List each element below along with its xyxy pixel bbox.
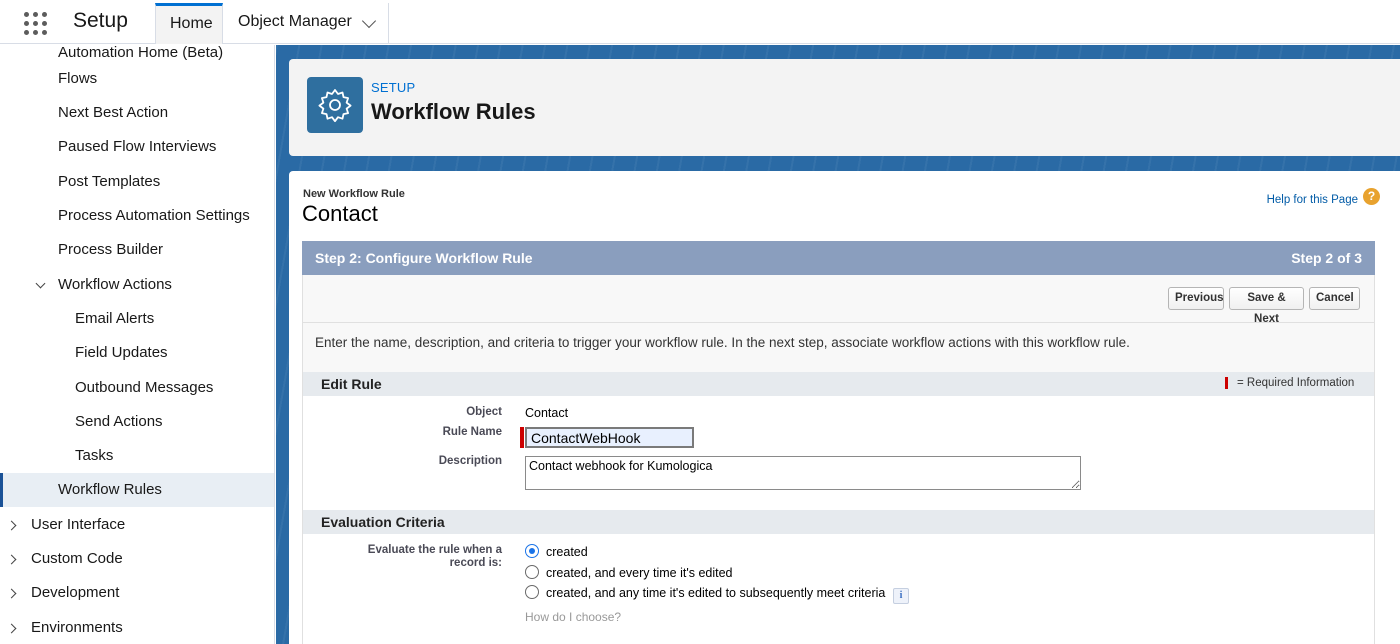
sidebar-item-send-actions[interactable]: Send Actions [0, 405, 274, 439]
radio-created-every-edit-label[interactable]: created, and every time it's edited [546, 566, 733, 580]
chevron-down-icon[interactable] [35, 278, 46, 289]
evaluate-label-line2: record is: [449, 557, 502, 569]
sidebar-item-email-alerts[interactable]: Email Alerts [0, 302, 274, 336]
chevron-right-icon[interactable] [6, 520, 17, 531]
app-title: Setup [73, 9, 128, 32]
sidebar-item-post-templates[interactable]: Post Templates [0, 165, 274, 199]
radio-created-every-edit[interactable] [525, 565, 539, 579]
sidebar-item-development[interactable]: Development [0, 576, 274, 610]
object-value: Contact [525, 406, 569, 420]
description-textarea[interactable]: Contact webhook for Kumologica [525, 456, 1081, 490]
save-next-button[interactable]: Save & Next [1229, 287, 1304, 325]
app-launcher-icon[interactable] [22, 10, 48, 36]
chevron-right-icon[interactable] [6, 588, 17, 599]
sidebar-item-paused-flow-interviews[interactable]: Paused Flow Interviews [0, 130, 274, 164]
help-icon[interactable]: ? [1363, 188, 1380, 205]
sidebar-item-label: Workflow Actions [58, 276, 172, 293]
sidebar-item-workflow-actions[interactable]: Workflow Actions [0, 268, 274, 302]
chevron-right-icon[interactable] [6, 623, 17, 634]
step-count: Step 2 of 3 [1291, 250, 1362, 266]
previous-button[interactable]: Previous [1168, 287, 1224, 310]
global-header: Setup Home Object Manager [0, 0, 1400, 44]
sidebar-item-custom-code[interactable]: Custom Code [0, 542, 274, 576]
radio-created-label[interactable]: created [546, 545, 588, 559]
step-title: Step 2: Configure Workflow Rule [315, 250, 533, 266]
rule-name-input[interactable] [525, 427, 694, 448]
sidebar-item-next-best-action[interactable]: Next Best Action [0, 96, 274, 130]
section-title: Edit Rule [321, 376, 382, 392]
page-header: SETUP Workflow Rules [289, 59, 1400, 156]
edit-rule-header: Edit Rule = Required Information [303, 372, 1374, 396]
record-title: Contact [302, 201, 378, 226]
page-title: Workflow Rules [371, 99, 536, 124]
info-icon[interactable]: i [893, 588, 909, 604]
button-row: Previous Save & Next Cancel [303, 275, 1374, 325]
sidebar-item-environments[interactable]: Environments [0, 611, 274, 644]
sidebar-item-label: Custom Code [31, 550, 123, 567]
section-title: Evaluation Criteria [321, 514, 445, 530]
tab-home[interactable]: Home [155, 3, 223, 44]
sidebar-item-process-builder[interactable]: Process Builder [0, 233, 274, 267]
sidebar-item-label: Environments [31, 619, 123, 636]
cancel-button[interactable]: Cancel [1309, 287, 1360, 310]
sidebar-item-flows[interactable]: Flows [0, 62, 274, 96]
tab-object-manager[interactable]: Object Manager [224, 3, 389, 44]
sidebar-item-field-updates[interactable]: Field Updates [0, 336, 274, 370]
step-header: Step 2: Configure Workflow Rule Step 2 o… [302, 241, 1375, 275]
content-card: New Workflow Rule Contact Help for this … [289, 171, 1400, 644]
sidebar-item-outbound-messages[interactable]: Outbound Messages [0, 371, 274, 405]
chevron-right-icon[interactable] [6, 554, 17, 565]
radio-created-meet-criteria[interactable] [525, 585, 539, 599]
chevron-down-icon[interactable] [361, 13, 377, 29]
wizard-body: Previous Save & Next Cancel Enter the na… [302, 275, 1375, 644]
help-link[interactable]: Help for this Page [1267, 194, 1358, 206]
tab-object-manager-label: Object Manager [238, 13, 352, 30]
rule-name-label: Rule Name [442, 426, 502, 438]
object-label: Object [466, 406, 502, 418]
radio-created[interactable] [525, 544, 539, 558]
required-marker [520, 427, 524, 448]
sidebar-item-label: Development [31, 584, 120, 601]
how-do-i-choose-link[interactable]: How do I choose? [525, 610, 621, 624]
sidebar-item-user-interface[interactable]: User Interface [0, 508, 274, 542]
page-subtitle: New Workflow Rule [303, 188, 405, 200]
radio-created-meet-criteria-label[interactable]: created, and any time it's edited to sub… [546, 586, 885, 600]
sidebar-item-workflow-rules[interactable]: Workflow Rules [0, 473, 274, 507]
evaluate-label-line1: Evaluate the rule when a [367, 544, 502, 556]
gear-icon [307, 77, 363, 133]
sidebar-item-tasks[interactable]: Tasks [0, 439, 274, 473]
edit-rule-body: Object Contact Rule Name Description Con… [303, 396, 1374, 510]
required-marker [1225, 377, 1228, 389]
intro-text: Enter the name, description, and criteri… [315, 335, 1130, 350]
sidebar-item-process-automation-settings[interactable]: Process Automation Settings [0, 199, 274, 233]
setup-sidebar: Automation Home (Beta) Flows Next Best A… [0, 45, 275, 644]
sidebar-item-label: User Interface [31, 516, 126, 533]
breadcrumb-setup: SETUP [371, 80, 416, 95]
evaluation-criteria-body: Evaluate the rule when a record is: crea… [303, 534, 1374, 644]
description-label: Description [438, 455, 502, 467]
required-legend: = Required Information [1237, 377, 1355, 389]
evaluation-criteria-header: Evaluation Criteria [303, 510, 1374, 534]
